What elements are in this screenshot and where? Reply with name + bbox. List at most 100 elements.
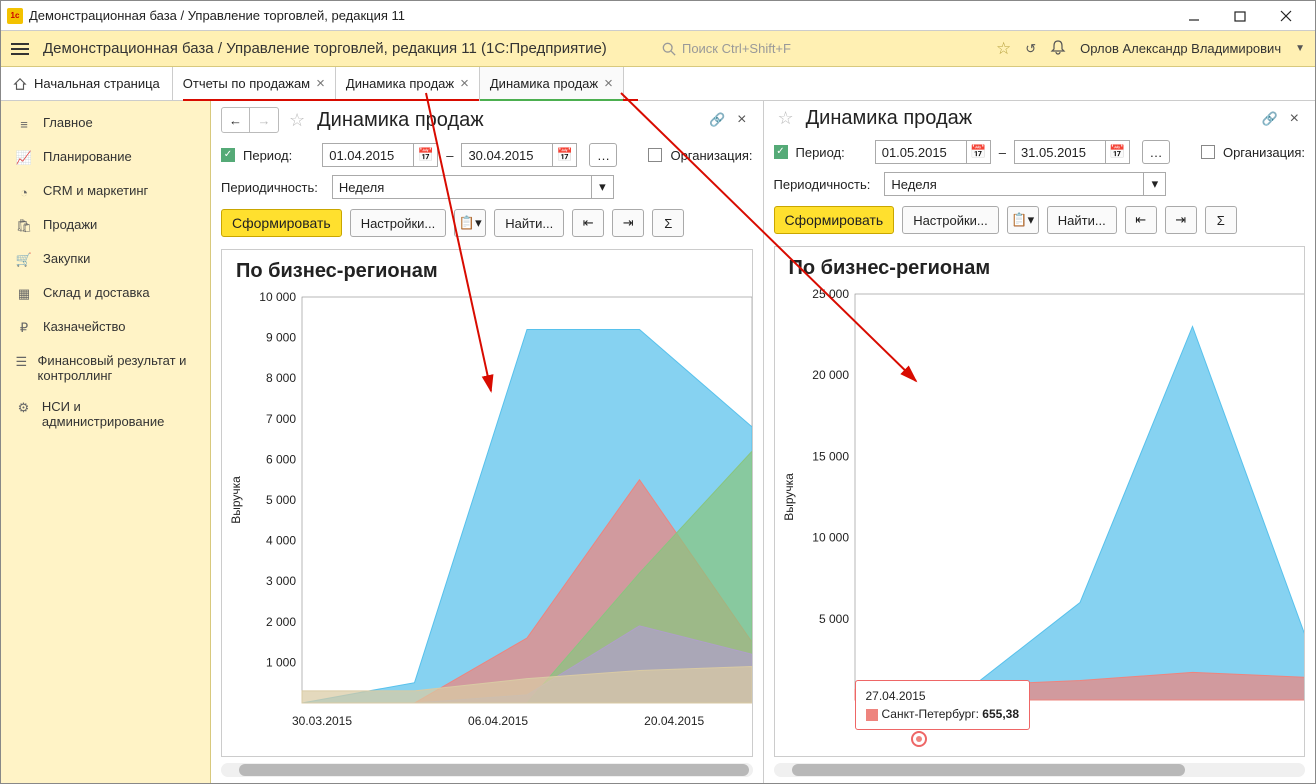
periodicity-select[interactable]: Неделя	[332, 175, 592, 199]
period-checkbox[interactable]: ✓	[221, 148, 235, 162]
user-name[interactable]: Орлов Александр Владимирович	[1080, 41, 1281, 56]
generate-button[interactable]: Сформировать	[221, 209, 342, 237]
sidebar-item-label: НСИ и администрирование	[42, 399, 196, 429]
sidebar-item-label: Казначейство	[43, 319, 125, 334]
panel-title: Динамика продаж	[806, 107, 972, 130]
period-checkbox[interactable]: ✓	[774, 145, 788, 159]
link-icon[interactable]: 🔗	[1261, 111, 1277, 127]
periodicity-select[interactable]: Неделя	[884, 172, 1144, 196]
global-search[interactable]: Поиск Ctrl+Shift+F	[662, 41, 962, 56]
close-icon[interactable]: ×	[460, 75, 469, 92]
collapse-button[interactable]: ⇤	[1125, 206, 1157, 234]
org-checkbox[interactable]	[648, 148, 662, 162]
settings-button[interactable]: Настройки...	[350, 209, 447, 237]
sidebar-item-treasury[interactable]: ₽ Казначейство	[1, 311, 210, 345]
dash: –	[999, 145, 1006, 160]
chart-title: По бизнес-регионам	[222, 250, 752, 287]
sidebar-item-label: Склад и доставка	[43, 285, 150, 300]
favorite-icon[interactable]: ☆	[778, 108, 794, 129]
generate-button[interactable]: Сформировать	[774, 206, 895, 234]
settings-button[interactable]: Настройки...	[902, 206, 999, 234]
expand-button[interactable]: ⇥	[1165, 206, 1197, 234]
favorite-icon[interactable]: ☆	[289, 110, 305, 131]
menu-icon[interactable]	[11, 43, 29, 55]
user-menu-chevron-icon[interactable]: ▼	[1295, 43, 1305, 54]
sidebar-item-purchases[interactable]: 🛒Закупки	[1, 243, 210, 277]
horizontal-scrollbar[interactable]	[774, 763, 1306, 777]
tooltip-swatch	[866, 709, 878, 721]
sidebar-item-main[interactable]: ≡Главное	[1, 107, 210, 141]
period-more-button[interactable]: …	[589, 143, 617, 167]
tab-sales-dynamics-2[interactable]: Динамика продаж ×	[480, 67, 624, 100]
org-label: Организация:	[670, 148, 752, 163]
period-label: Период:	[243, 148, 292, 163]
svg-text:1 000: 1 000	[266, 655, 296, 669]
favorites-icon[interactable]: ☆	[996, 39, 1011, 59]
svg-text:30.03.2015: 30.03.2015	[292, 714, 352, 728]
navigation-sidebar: ≡Главное 📈Планирование ◔CRM и маркетинг …	[1, 101, 211, 783]
history-icon[interactable]: ↺	[1025, 41, 1036, 57]
close-icon[interactable]: ×	[316, 75, 325, 92]
variants-button[interactable]: 📋▾	[1007, 206, 1039, 234]
window-title: Демонстрационная база / Управление торго…	[29, 8, 405, 23]
window-close-button[interactable]	[1263, 2, 1309, 30]
date-to-input[interactable]: 31.05.2015	[1014, 140, 1106, 164]
date-to-input[interactable]: 30.04.2015	[461, 143, 553, 167]
chart-area: По бизнес-регионам 1 0002 0003 0004 0005…	[221, 249, 753, 757]
svg-text:5 000: 5 000	[818, 612, 848, 626]
report-panel-right: ☆ Динамика продаж 🔗 × ✓ Период: 01.05.20…	[763, 101, 1316, 783]
chart-up-icon: 📈	[15, 149, 33, 167]
date-from-input[interactable]: 01.04.2015	[322, 143, 414, 167]
calendar-icon[interactable]: 📅	[967, 140, 991, 164]
tooltip-series: Санкт-Петербург:	[882, 707, 979, 721]
sum-button[interactable]: Σ	[1205, 206, 1237, 234]
sidebar-item-admin[interactable]: ⚙НСИ и администрирование	[1, 391, 210, 437]
data-point-marker	[910, 730, 928, 748]
tab-sales-dynamics-1[interactable]: Динамика продаж ×	[336, 67, 480, 100]
variants-button[interactable]: 📋▾	[454, 209, 486, 237]
find-button[interactable]: Найти...	[494, 209, 564, 237]
find-button[interactable]: Найти...	[1047, 206, 1117, 234]
org-checkbox[interactable]	[1201, 145, 1215, 159]
svg-text:6 000: 6 000	[266, 452, 296, 466]
chevron-down-icon[interactable]: ▾	[1144, 172, 1166, 196]
tooltip-value: 655,38	[982, 707, 1019, 721]
tab-label: Динамика продаж	[346, 76, 454, 91]
sidebar-item-crm[interactable]: ◔CRM и маркетинг	[1, 175, 210, 209]
coin-icon: ₽	[15, 319, 33, 337]
horizontal-scrollbar[interactable]	[221, 763, 753, 777]
sidebar-item-planning[interactable]: 📈Планирование	[1, 141, 210, 175]
svg-text:7 000: 7 000	[266, 412, 296, 426]
sum-button[interactable]: Σ	[652, 209, 684, 237]
app-header: Демонстрационная база / Управление торго…	[1, 31, 1315, 67]
sidebar-item-warehouse[interactable]: ▦Склад и доставка	[1, 277, 210, 311]
bag-icon: 🛍	[15, 217, 33, 235]
tab-sales-reports[interactable]: Отчеты по продажам ×	[173, 67, 336, 100]
forward-button[interactable]: →	[250, 108, 278, 132]
calendar-icon[interactable]: 📅	[553, 143, 577, 167]
window-minimize-button[interactable]	[1171, 2, 1217, 30]
date-from-input[interactable]: 01.05.2015	[875, 140, 967, 164]
bars-icon: ☰	[15, 353, 28, 371]
calendar-icon[interactable]: 📅	[1106, 140, 1130, 164]
app-icon: 1c	[7, 8, 23, 24]
sidebar-item-sales[interactable]: 🛍Продажи	[1, 209, 210, 243]
chevron-down-icon[interactable]: ▾	[592, 175, 614, 199]
close-icon[interactable]: ×	[604, 75, 613, 92]
svg-text:3 000: 3 000	[266, 574, 296, 588]
period-more-button[interactable]: …	[1142, 140, 1170, 164]
back-button[interactable]: ←	[222, 108, 250, 132]
window-maximize-button[interactable]	[1217, 2, 1263, 30]
collapse-button[interactable]: ⇤	[572, 209, 604, 237]
tab-label: Отчеты по продажам	[183, 76, 310, 91]
panel-close-button[interactable]: ×	[1284, 110, 1305, 128]
notifications-icon[interactable]	[1050, 39, 1066, 58]
sidebar-item-finresult[interactable]: ☰Финансовый результат и контроллинг	[1, 345, 210, 391]
area-chart: 5 00010 00015 00020 00025 000Выручка	[775, 284, 1305, 730]
calendar-icon[interactable]: 📅	[414, 143, 438, 167]
expand-button[interactable]: ⇥	[612, 209, 644, 237]
chart-area: По бизнес-регионам 5 00010 00015 00020 0…	[774, 246, 1306, 757]
link-icon[interactable]: 🔗	[709, 112, 725, 128]
home-tab[interactable]: Начальная страница	[1, 67, 173, 100]
panel-close-button[interactable]: ×	[731, 111, 752, 129]
